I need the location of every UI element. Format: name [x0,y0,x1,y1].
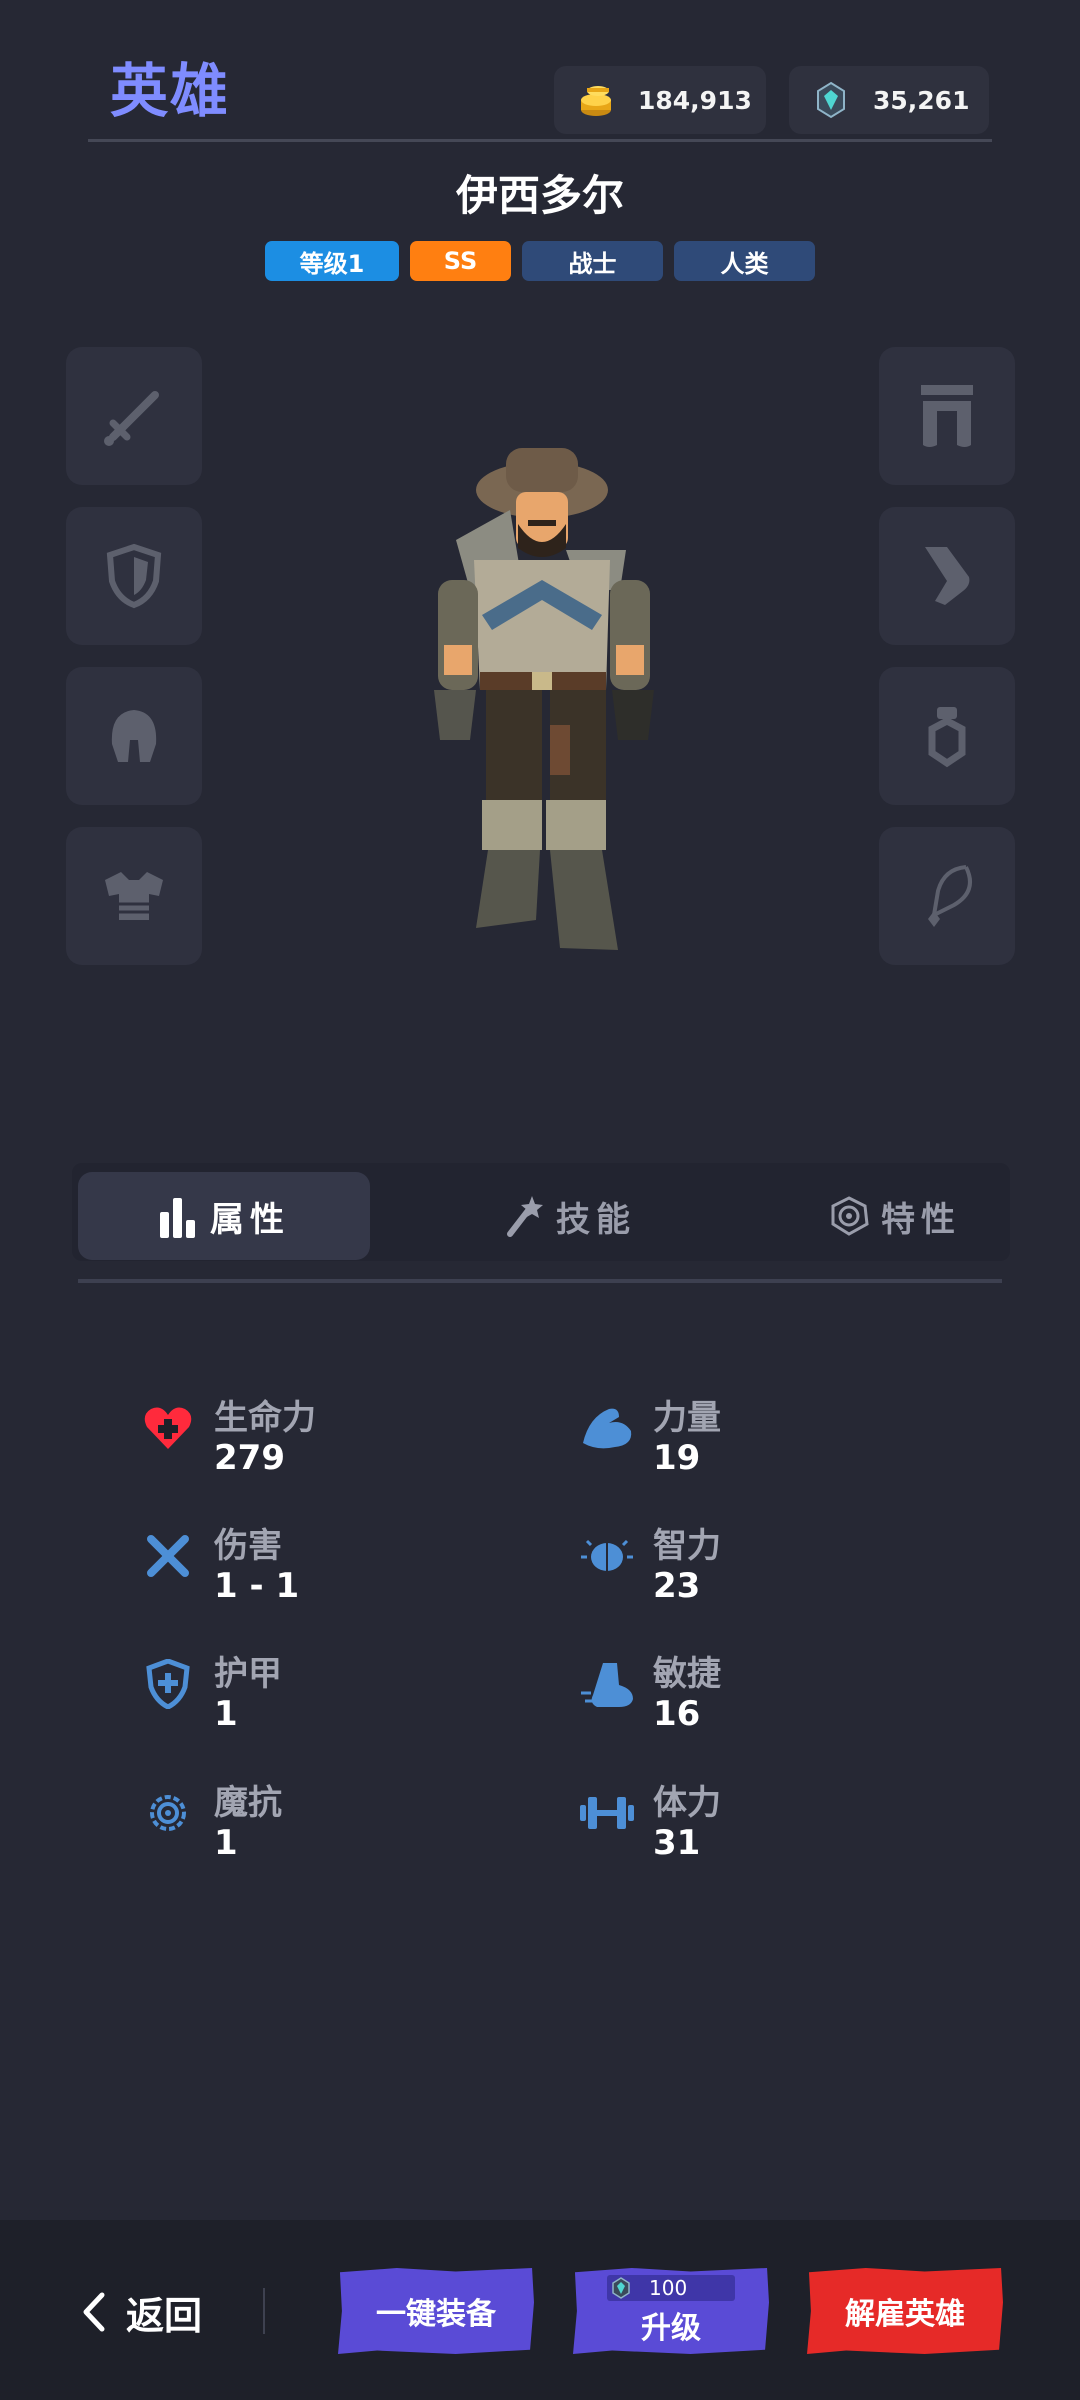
heart-icon [136,1396,200,1460]
stat-agility: 敏捷 16 [575,1646,975,1746]
flexed-arm-icon [575,1396,639,1460]
upgrade-cost-amount: 100 [649,2276,688,2300]
tab-skills-label: 技能 [556,1199,636,1240]
stat-label: 护甲 [214,1654,282,1694]
tab-traits-label: 特性 [881,1199,961,1240]
pants-slot[interactable] [879,347,1015,485]
shield-slot[interactable] [66,507,202,645]
armor-shield-icon [136,1652,200,1716]
trait-emblem-icon [829,1196,869,1236]
tab-attributes[interactable]: 属性 [78,1172,370,1260]
armor-icon [105,872,163,920]
boots-slot[interactable] [879,507,1015,645]
gem-crystal-icon [809,78,853,122]
stat-value: 23 [653,1566,701,1606]
boots-icon [925,547,970,605]
running-boot-icon [575,1652,639,1716]
class-tag: 战士 [522,241,663,281]
stat-label: 体力 [653,1783,721,1823]
bar-chart-icon [158,1194,198,1238]
page-title: 英雄 [110,57,231,125]
stat-value: 16 [653,1694,701,1734]
armor-slot[interactable] [66,827,202,965]
gold-counter[interactable]: 184,913 [554,66,766,134]
weapon-slot[interactable] [66,347,202,485]
bottom-divider [263,2288,265,2334]
magic-spiral-icon [136,1781,200,1845]
stat-intelligence: 智力 23 [575,1518,975,1618]
stat-value: 31 [653,1823,701,1863]
stat-label: 力量 [653,1398,721,1438]
equip-all-button[interactable]: 一键装备 [338,2268,534,2354]
tab-skills[interactable]: 技能 [420,1172,720,1260]
stat-value: 279 [214,1438,285,1478]
brain-icon [575,1524,639,1588]
stat-value: 1 [214,1694,238,1734]
back-button[interactable]: 返回 [78,2276,202,2348]
necklace-slot[interactable] [879,827,1015,965]
gem-amount: 35,261 [873,85,970,115]
dismiss-hero-button[interactable]: 解雇英雄 [807,2268,1003,2354]
tab-divider [78,1279,1002,1283]
upgrade-label: 升级 [641,2311,701,2346]
stat-label: 智力 [653,1526,721,1566]
sword-icon [104,391,159,446]
hero-character-model [434,448,654,950]
stat-label: 伤害 [214,1526,282,1566]
crossed-swords-icon [136,1524,200,1588]
stat-stamina: 体力 31 [575,1775,975,1875]
header-divider [88,139,992,142]
stat-label: 魔抗 [214,1783,282,1823]
helmet-slot[interactable] [66,667,202,805]
tab-attributes-label: 属性 [210,1199,290,1240]
rank-tag: SS [410,241,511,281]
level-tag: 等级1 [265,241,399,281]
shield-icon [106,543,162,609]
stat-value: 1 [214,1823,238,1863]
stat-magic-resist: 魔抗 1 [136,1775,536,1875]
stat-value: 1 - 1 [214,1566,300,1606]
gold-coins-icon [574,78,618,122]
ring-slot[interactable] [879,667,1015,805]
stat-strength: 力量 19 [575,1390,975,1490]
ring-icon [928,707,966,768]
helmet-icon [111,710,157,762]
tab-traits[interactable]: 特性 [745,1172,1045,1260]
upgrade-cost: 100 [607,2275,735,2301]
magic-wand-icon [504,1194,544,1238]
back-label: 返回 [126,2293,203,2338]
stat-label: 敏捷 [653,1654,721,1694]
dumbbell-icon [575,1781,639,1845]
necklace-icon [928,865,972,927]
upgrade-button[interactable]: 100 升级 [573,2268,769,2354]
stat-damage: 伤害 1 - 1 [136,1518,536,1618]
stat-label: 生命力 [214,1398,316,1438]
pants-icon [921,385,973,447]
stat-health: 生命力 279 [136,1390,536,1490]
chevron-left-icon [83,2292,105,2332]
stat-value: 19 [653,1438,701,1478]
gem-crystal-icon [612,2277,630,2299]
hero-name: 伊西多尔 [455,171,624,220]
gem-counter[interactable]: 35,261 [789,66,989,134]
race-tag: 人类 [674,241,815,281]
stat-armor: 护甲 1 [136,1646,536,1746]
gold-amount: 184,913 [638,85,752,115]
